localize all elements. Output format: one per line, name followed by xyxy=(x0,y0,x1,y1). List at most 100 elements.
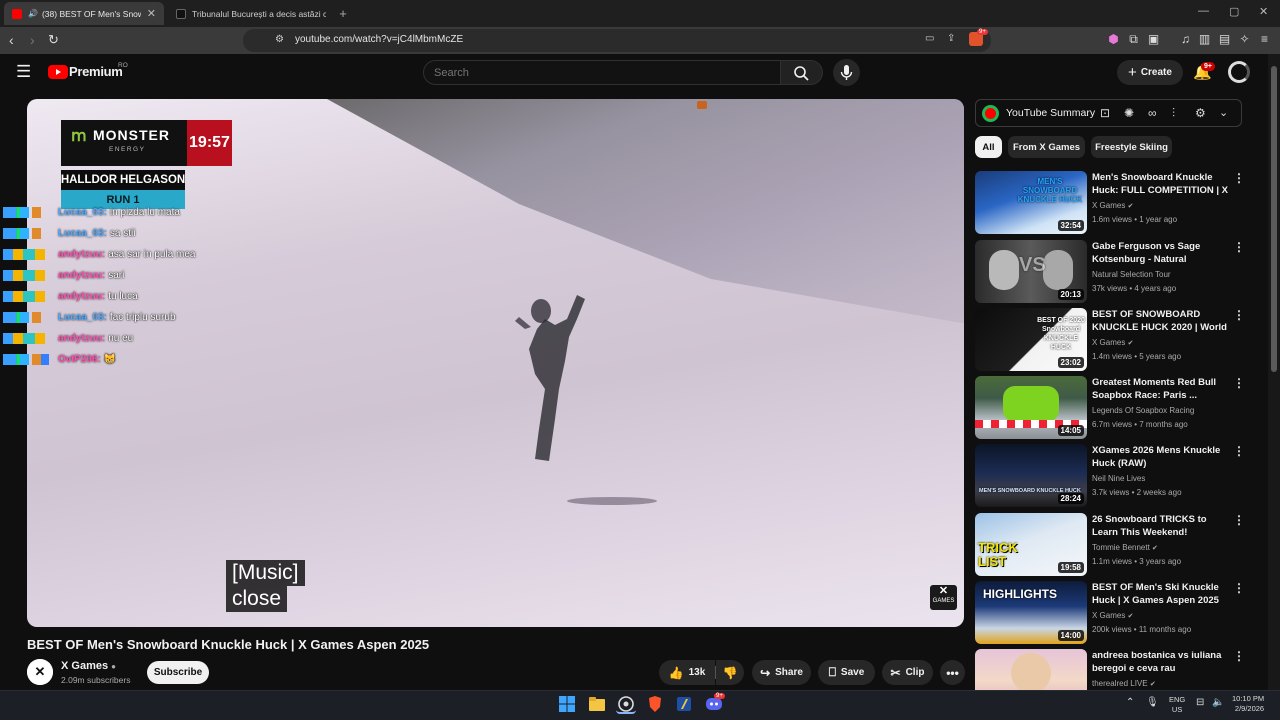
recommendation-title[interactable]: andreea bostanica vs iuliana beregoi e c… xyxy=(1092,649,1230,675)
chat-message: Lucaa_03: in pizda lu mata xyxy=(3,205,180,219)
chip-freestyle-skiing[interactable]: Freestyle Skiing xyxy=(1091,136,1172,158)
more-options-icon[interactable]: ⋮ xyxy=(1233,444,1245,458)
create-button[interactable]: + Create xyxy=(1117,60,1183,85)
page-scrollbar[interactable] xyxy=(1268,54,1280,690)
video-thumbnail[interactable]: VS 20:13 xyxy=(975,240,1087,303)
recommendation-item[interactable]: 14:05 Greatest Moments Red Bull Soapbox … xyxy=(975,376,1245,440)
channel-name[interactable]: X Games ● xyxy=(61,660,116,672)
more-options-icon[interactable]: ⋮ xyxy=(1233,376,1245,390)
volume-icon[interactable]: 🔈 xyxy=(1212,697,1224,708)
youtube-favicon-icon xyxy=(12,8,22,19)
recommendation-item[interactable]: MEN'S SNOWBOARD KNUCKLE HUCK 28:24 XGame… xyxy=(975,444,1245,508)
video-thumbnail[interactable]: HIGHLIGHTS 14:00 xyxy=(975,581,1087,644)
browser-tab-tiktok[interactable]: Tribunalul București a decis astăzi cil xyxy=(168,2,334,25)
recommendation-title[interactable]: 26 Snowboard TRICKS to Learn This Weeken… xyxy=(1092,513,1230,539)
more-options-icon[interactable]: ⋮ xyxy=(1233,240,1245,254)
network-icon[interactable]: ⊟ xyxy=(1196,697,1204,708)
extension-icon[interactable]: ⬢ xyxy=(1107,33,1120,46)
waveform-icon[interactable]: ⫶ xyxy=(1172,106,1175,121)
more-options-icon[interactable]: ⋮ xyxy=(1233,171,1245,185)
browser-tab-youtube[interactable]: 🔊 (38) BEST OF Men's Snowboa ✕ xyxy=(4,2,164,25)
video-thumbnail[interactable]: 14:05 xyxy=(975,376,1087,439)
tray-microphone-icon[interactable]: 🎙 xyxy=(1146,697,1159,708)
youtube-premium-logo[interactable]: Premium xyxy=(69,64,123,79)
video-thumbnail[interactable]: MEN'S SNOWBOARD KNUCKLE HUCK 28:24 xyxy=(975,444,1087,507)
address-bar[interactable]: ⚙ youtube.com/watch?v=jC4lMbmMcZE ▭ ⇪ 9+ xyxy=(243,29,991,52)
chip-all[interactable]: All xyxy=(975,136,1002,158)
extension-icon[interactable]: ▣ xyxy=(1147,33,1160,46)
clock[interactable]: 10:10 PM 2/9/2026 xyxy=(1232,694,1264,714)
maximize-icon[interactable]: ▢ xyxy=(1229,5,1239,18)
close-window-icon[interactable]: ✕ xyxy=(1259,5,1268,18)
tray-overflow-icon[interactable]: ⌃ xyxy=(1126,697,1134,708)
youtube-logo-icon[interactable] xyxy=(48,65,68,79)
leo-ai-icon[interactable]: ✧ xyxy=(1238,33,1251,46)
file-explorer-icon[interactable] xyxy=(587,694,607,714)
chip-from-x-games[interactable]: From X Games xyxy=(1008,136,1085,158)
forward-icon[interactable]: › xyxy=(30,32,35,48)
back-icon[interactable]: ‹ xyxy=(9,32,14,48)
brave-browser-icon[interactable] xyxy=(645,694,665,714)
video-player[interactable]: ⅿ MONSTER ENERGY 19:57 HALLDOR HELGASON … xyxy=(27,99,964,627)
music-icon[interactable]: ♫ xyxy=(1179,33,1192,46)
recommendation-item[interactable]: MEN'S SNOWBOARD KNUCKLE HUCK 32:54 Men's… xyxy=(975,171,1245,235)
search-input[interactable] xyxy=(423,60,781,85)
puzzle-icon[interactable]: ⧉ xyxy=(1127,33,1140,46)
x-games-watermark[interactable]: ✕ GAMES xyxy=(930,585,957,610)
clip-button[interactable]: ✂ Clip xyxy=(882,660,933,685)
app-taskbar-icon[interactable] xyxy=(674,694,694,714)
video-thumbnail[interactable] xyxy=(975,649,1087,690)
more-options-icon[interactable]: ⋮ xyxy=(1233,649,1245,663)
recommendation-item[interactable]: andreea bostanica vs iuliana beregoi e c… xyxy=(975,649,1245,690)
share-button[interactable]: ↪ Share xyxy=(752,660,811,685)
close-tab-icon[interactable]: ✕ xyxy=(147,7,156,20)
browser-taskbar-icon[interactable] xyxy=(616,694,636,714)
account-avatar[interactable] xyxy=(1228,61,1250,83)
scrollbar-thumb[interactable] xyxy=(1271,66,1277,372)
site-info-icon[interactable]: ⚙ xyxy=(275,34,284,45)
share-page-icon[interactable]: ⇪ xyxy=(947,33,955,44)
minimize-icon[interactable]: — xyxy=(1198,5,1209,17)
recommendation-title[interactable]: BEST OF Men's Ski Knuckle Huck | X Games… xyxy=(1092,581,1230,607)
reload-icon[interactable]: ↻ xyxy=(48,32,59,48)
recommendation-meta: 3.7k views • 2 weeks ago xyxy=(1092,488,1182,497)
hamburger-menu-icon[interactable]: ☰ xyxy=(16,63,31,80)
recommendation-item[interactable]: TRICK LIST 19:58 26 Snowboard TRICKS to … xyxy=(975,513,1245,577)
save-button[interactable]: ⎕ Save xyxy=(818,660,875,685)
cast-icon[interactable]: ▭ xyxy=(925,33,934,44)
video-thumbnail[interactable]: TRICK LIST 19:58 xyxy=(975,513,1087,576)
summary-bot-icon[interactable]: ⊡ xyxy=(1100,106,1110,120)
recommendation-title[interactable]: Greatest Moments Red Bull Soapbox Race: … xyxy=(1092,376,1230,402)
windows-start-icon[interactable] xyxy=(557,694,577,714)
glasses-icon[interactable]: ∞ xyxy=(1148,106,1157,120)
dislike-button[interactable]: 👎 xyxy=(716,660,744,685)
settings-gear-icon[interactable]: ⚙ xyxy=(1195,106,1206,120)
like-button[interactable]: 👍 13k xyxy=(659,660,715,685)
chevron-down-icon[interactable]: ⌄ xyxy=(1219,106,1228,119)
recommendation-item[interactable]: HIGHLIGHTS 14:00 BEST OF Men's Ski Knuck… xyxy=(975,581,1245,645)
video-thumbnail[interactable]: BEST OF 2020 Snowboard KNUCKLE HUCK 23:0… xyxy=(975,308,1087,371)
more-options-icon[interactable]: ⋮ xyxy=(1233,581,1245,595)
video-thumbnail[interactable]: MEN'S SNOWBOARD KNUCKLE HUCK 32:54 xyxy=(975,171,1087,234)
youtube-summary-panel[interactable]: YouTube Summary ⊡ ✺ ∞ ⫶ ⚙ ⌄ xyxy=(975,99,1242,127)
more-actions-button[interactable]: ••• xyxy=(940,660,965,685)
sidebar-icon[interactable]: ▥ xyxy=(1198,33,1211,46)
new-tab-button[interactable]: + xyxy=(334,2,352,25)
channel-avatar[interactable]: ✕ xyxy=(27,659,53,685)
voice-search-button[interactable] xyxy=(833,59,860,86)
search-button[interactable] xyxy=(781,60,823,85)
clock-date: 2/9/2026 xyxy=(1234,704,1265,713)
recommendation-title[interactable]: XGames 2026 Mens Knuckle Huck (RAW) xyxy=(1092,444,1230,470)
wallet-icon[interactable]: ▤ xyxy=(1218,33,1231,46)
chatgpt-icon[interactable]: ✺ xyxy=(1124,106,1134,120)
menu-icon[interactable]: ≡ xyxy=(1258,33,1271,46)
recommendation-title[interactable]: Men's Snowboard Knuckle Huck: FULL COMPE… xyxy=(1092,171,1230,197)
more-options-icon[interactable]: ⋮ xyxy=(1233,513,1245,527)
recommendation-item[interactable]: VS 20:13 Gabe Ferguson vs Sage Kotsenbur… xyxy=(975,240,1245,304)
subscribe-button[interactable]: Subscribe xyxy=(147,661,209,684)
more-options-icon[interactable]: ⋮ xyxy=(1233,308,1245,322)
recommendation-title[interactable]: BEST OF SNOWBOARD KNUCKLE HUCK 2020 | Wo… xyxy=(1092,308,1230,334)
recommendation-title[interactable]: Gabe Ferguson vs Sage Kotsenburg - Natur… xyxy=(1092,240,1230,266)
language-indicator[interactable]: ENG US xyxy=(1169,695,1185,715)
recommendation-item[interactable]: BEST OF 2020 Snowboard KNUCKLE HUCK 23:0… xyxy=(975,308,1245,372)
